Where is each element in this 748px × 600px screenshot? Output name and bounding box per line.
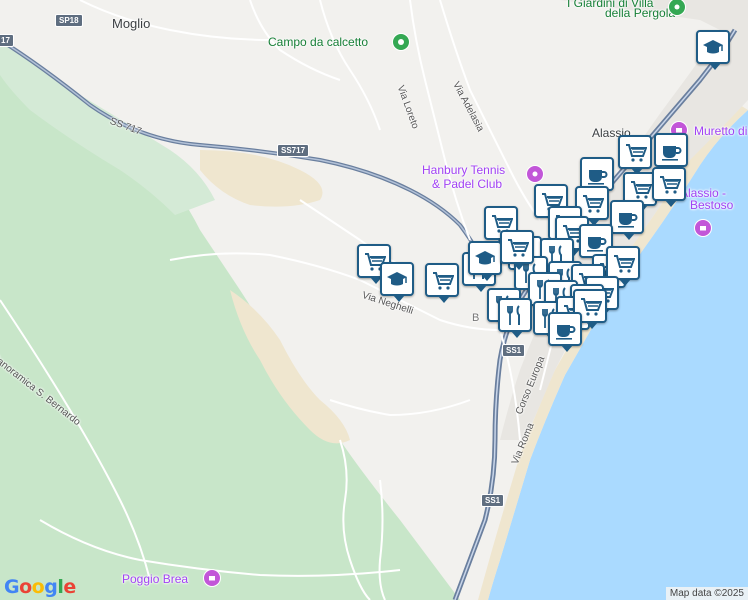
shield-ss717: SS717 [277, 144, 310, 157]
poi-label-bestoso-2[interactable]: Bestoso [690, 198, 733, 212]
poi-label-b-fragment: B [472, 312, 480, 324]
google-logo-letter: g [44, 576, 58, 598]
google-logo-letter: o [31, 576, 45, 598]
education-icon [475, 251, 495, 265]
listing-marker-cart[interactable] [500, 230, 534, 270]
flower-icon [674, 4, 680, 10]
listing-marker-education[interactable] [696, 30, 730, 70]
cart-icon [614, 255, 635, 273]
google-logo-text: Google [4, 576, 76, 598]
cart-icon [631, 181, 652, 199]
place-label-moglio: Moglio [112, 16, 151, 31]
google-logo-letter: e [63, 576, 76, 598]
camera-icon [700, 226, 706, 231]
listing-marker-restaurant[interactable] [498, 298, 532, 338]
poi-label-hanbury-1[interactable]: Hanbury Tennis [422, 163, 505, 177]
education-icon [703, 40, 723, 54]
listing-marker-cart[interactable] [652, 167, 686, 207]
cart-icon [583, 195, 604, 213]
poi-pin-campo[interactable] [392, 33, 410, 51]
google-logo: Google [4, 576, 76, 598]
listing-marker-education[interactable] [468, 241, 502, 281]
listing-marker-coffee[interactable] [654, 133, 688, 173]
listing-marker-cart[interactable] [425, 263, 459, 303]
listing-marker-coffee[interactable] [610, 200, 644, 240]
google-logo-letter: o [19, 576, 32, 598]
map-attribution[interactable]: Map data ©2025 [665, 587, 748, 600]
coffee-icon [588, 170, 608, 185]
poi-pin-poggio[interactable] [203, 569, 221, 587]
education-icon [387, 272, 407, 286]
shield-sp18: SP18 [55, 14, 83, 27]
listing-marker-education[interactable] [380, 262, 414, 302]
poi-label-hanbury-2[interactable]: & Padel Club [432, 177, 502, 191]
restaurant-icon [507, 305, 520, 325]
coffee-icon [556, 325, 576, 340]
google-logo-letter: G [4, 576, 20, 598]
shield-edge: 17 [0, 34, 14, 47]
cart-icon [660, 176, 681, 194]
camera-icon [209, 576, 215, 581]
poi-label-muretto[interactable]: Muretto di [694, 124, 747, 138]
poi-label-campo[interactable]: Campo da calcetto [268, 35, 368, 49]
poi-pin-bestoso[interactable] [694, 219, 712, 237]
place-label-giardini-2: della Pergola [605, 6, 676, 20]
cart-icon [508, 239, 529, 257]
shield-ss1-lower: SS1 [481, 494, 505, 507]
pin-icon [398, 39, 404, 45]
listing-marker-cart[interactable] [606, 246, 640, 286]
coffee-icon [618, 213, 638, 228]
poi-label-poggio[interactable]: Poggio Brea [122, 572, 188, 586]
cart-icon [433, 272, 454, 290]
listing-marker-coffee[interactable] [548, 312, 582, 352]
coffee-icon [662, 146, 682, 161]
poi-pin-hanbury[interactable] [526, 165, 544, 183]
shield-ss1-upper: SS1 [502, 344, 526, 357]
listing-marker-cart[interactable] [618, 135, 652, 175]
sports-icon [532, 171, 538, 177]
cart-icon [626, 144, 647, 162]
coffee-icon [587, 237, 607, 252]
